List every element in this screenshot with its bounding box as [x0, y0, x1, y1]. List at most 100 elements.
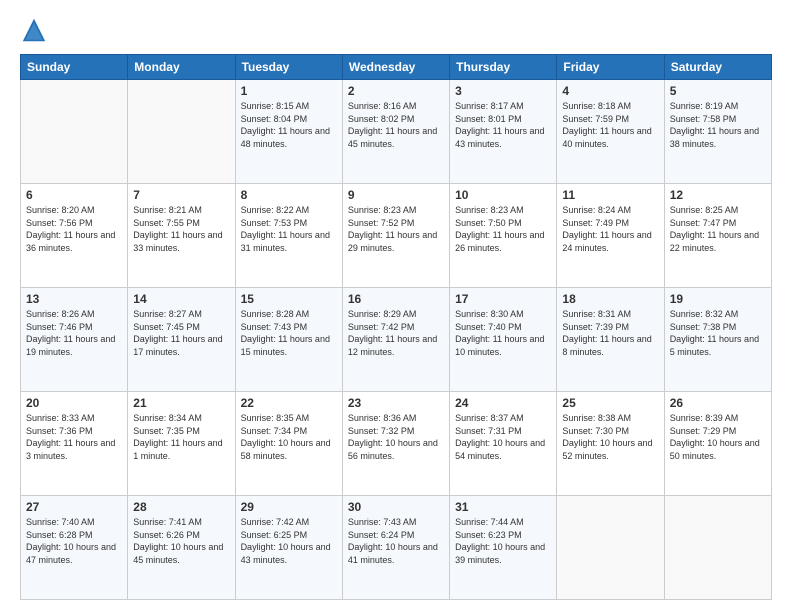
day-number: 20	[26, 396, 122, 410]
day-info: Sunrise: 8:31 AM Sunset: 7:39 PM Dayligh…	[562, 308, 658, 358]
calendar-cell	[664, 496, 771, 600]
day-number: 3	[455, 84, 551, 98]
day-info: Sunrise: 8:30 AM Sunset: 7:40 PM Dayligh…	[455, 308, 551, 358]
day-number: 28	[133, 500, 229, 514]
calendar-cell: 16 Sunrise: 8:29 AM Sunset: 7:42 PM Dayli…	[342, 288, 449, 392]
calendar-cell: 15 Sunrise: 8:28 AM Sunset: 7:43 PM Dayli…	[235, 288, 342, 392]
day-info: Sunrise: 7:44 AM Sunset: 6:23 PM Dayligh…	[455, 516, 551, 566]
day-number: 15	[241, 292, 337, 306]
day-info: Sunrise: 8:37 AM Sunset: 7:31 PM Dayligh…	[455, 412, 551, 462]
day-number: 27	[26, 500, 122, 514]
day-number: 8	[241, 188, 337, 202]
day-info: Sunrise: 7:41 AM Sunset: 6:26 PM Dayligh…	[133, 516, 229, 566]
day-info: Sunrise: 7:40 AM Sunset: 6:28 PM Dayligh…	[26, 516, 122, 566]
day-info: Sunrise: 7:43 AM Sunset: 6:24 PM Dayligh…	[348, 516, 444, 566]
header	[20, 16, 772, 44]
calendar-cell: 29Sunrise: 7:42 AM Sunset: 6:25 PM Dayli…	[235, 496, 342, 600]
day-info: Sunrise: 7:42 AM Sunset: 6:25 PM Dayligh…	[241, 516, 337, 566]
weekday-header-thursday: Thursday	[450, 55, 557, 80]
calendar-cell: 2 Sunrise: 8:16 AM Sunset: 8:02 PM Daylig…	[342, 80, 449, 184]
calendar-cell: 22Sunrise: 8:35 AM Sunset: 7:34 PM Dayli…	[235, 392, 342, 496]
calendar-cell: 23 Sunrise: 8:36 AM Sunset: 7:32 PM Dayli…	[342, 392, 449, 496]
day-number: 26	[670, 396, 766, 410]
day-info: Sunrise: 8:35 AM Sunset: 7:34 PM Dayligh…	[241, 412, 337, 462]
weekday-header-wednesday: Wednesday	[342, 55, 449, 80]
weekday-header-friday: Friday	[557, 55, 664, 80]
calendar-header: SundayMondayTuesdayWednesdayThursdayFrid…	[21, 55, 772, 80]
calendar-cell: 21 Sunrise: 8:34 AM Sunset: 7:35 PM Dayli…	[128, 392, 235, 496]
day-info: Sunrise: 8:24 AM Sunset: 7:49 PM Dayligh…	[562, 204, 658, 254]
day-number: 12	[670, 188, 766, 202]
calendar-cell	[557, 496, 664, 600]
day-number: 5	[670, 84, 766, 98]
day-number: 16	[348, 292, 444, 306]
day-info: Sunrise: 8:36 AM Sunset: 7:32 PM Dayligh…	[348, 412, 444, 462]
calendar-week-0: 1 Sunrise: 8:15 AM Sunset: 8:04 PM Daylig…	[21, 80, 772, 184]
calendar-cell: 7Sunrise: 8:21 AM Sunset: 7:55 PM Daylig…	[128, 184, 235, 288]
calendar-cell: 9 Sunrise: 8:23 AM Sunset: 7:52 PM Daylig…	[342, 184, 449, 288]
weekday-header-row: SundayMondayTuesdayWednesdayThursdayFrid…	[21, 55, 772, 80]
day-number: 19	[670, 292, 766, 306]
page: SundayMondayTuesdayWednesdayThursdayFrid…	[0, 0, 792, 612]
day-info: Sunrise: 8:29 AM Sunset: 7:42 PM Dayligh…	[348, 308, 444, 358]
calendar-week-3: 20 Sunrise: 8:33 AM Sunset: 7:36 PM Dayli…	[21, 392, 772, 496]
calendar-cell: 18Sunrise: 8:31 AM Sunset: 7:39 PM Dayli…	[557, 288, 664, 392]
calendar-cell: 12Sunrise: 8:25 AM Sunset: 7:47 PM Dayli…	[664, 184, 771, 288]
day-info: Sunrise: 8:20 AM Sunset: 7:56 PM Dayligh…	[26, 204, 122, 254]
calendar-cell: 31 Sunrise: 7:44 AM Sunset: 6:23 PM Dayli…	[450, 496, 557, 600]
calendar-cell: 26 Sunrise: 8:39 AM Sunset: 7:29 PM Dayli…	[664, 392, 771, 496]
calendar-cell: 20 Sunrise: 8:33 AM Sunset: 7:36 PM Dayli…	[21, 392, 128, 496]
day-info: Sunrise: 8:34 AM Sunset: 7:35 PM Dayligh…	[133, 412, 229, 462]
day-number: 13	[26, 292, 122, 306]
day-info: Sunrise: 8:28 AM Sunset: 7:43 PM Dayligh…	[241, 308, 337, 358]
calendar-cell: 27 Sunrise: 7:40 AM Sunset: 6:28 PM Dayli…	[21, 496, 128, 600]
calendar-cell: 3 Sunrise: 8:17 AM Sunset: 8:01 PM Daylig…	[450, 80, 557, 184]
calendar-cell: 25 Sunrise: 8:38 AM Sunset: 7:30 PM Dayli…	[557, 392, 664, 496]
day-number: 1	[241, 84, 337, 98]
calendar-cell: 30 Sunrise: 7:43 AM Sunset: 6:24 PM Dayli…	[342, 496, 449, 600]
calendar-week-2: 13 Sunrise: 8:26 AM Sunset: 7:46 PM Dayli…	[21, 288, 772, 392]
day-info: Sunrise: 8:32 AM Sunset: 7:38 PM Dayligh…	[670, 308, 766, 358]
day-info: Sunrise: 8:23 AM Sunset: 7:50 PM Dayligh…	[455, 204, 551, 254]
calendar-cell: 8Sunrise: 8:22 AM Sunset: 7:53 PM Daylig…	[235, 184, 342, 288]
day-info: Sunrise: 8:17 AM Sunset: 8:01 PM Dayligh…	[455, 100, 551, 150]
day-info: Sunrise: 8:23 AM Sunset: 7:52 PM Dayligh…	[348, 204, 444, 254]
day-number: 14	[133, 292, 229, 306]
day-info: Sunrise: 8:26 AM Sunset: 7:46 PM Dayligh…	[26, 308, 122, 358]
calendar-cell	[21, 80, 128, 184]
day-number: 11	[562, 188, 658, 202]
day-number: 10	[455, 188, 551, 202]
day-number: 4	[562, 84, 658, 98]
day-info: Sunrise: 8:16 AM Sunset: 8:02 PM Dayligh…	[348, 100, 444, 150]
day-info: Sunrise: 8:33 AM Sunset: 7:36 PM Dayligh…	[26, 412, 122, 462]
day-info: Sunrise: 8:27 AM Sunset: 7:45 PM Dayligh…	[133, 308, 229, 358]
day-number: 17	[455, 292, 551, 306]
day-number: 9	[348, 188, 444, 202]
calendar-cell	[128, 80, 235, 184]
calendar-cell: 17 Sunrise: 8:30 AM Sunset: 7:40 PM Dayli…	[450, 288, 557, 392]
calendar-cell: 28 Sunrise: 7:41 AM Sunset: 6:26 PM Dayli…	[128, 496, 235, 600]
day-number: 25	[562, 396, 658, 410]
day-number: 2	[348, 84, 444, 98]
calendar-cell: 5 Sunrise: 8:19 AM Sunset: 7:58 PM Daylig…	[664, 80, 771, 184]
day-number: 31	[455, 500, 551, 514]
calendar-cell: 14 Sunrise: 8:27 AM Sunset: 7:45 PM Dayli…	[128, 288, 235, 392]
calendar-cell: 19 Sunrise: 8:32 AM Sunset: 7:38 PM Dayli…	[664, 288, 771, 392]
weekday-header-saturday: Saturday	[664, 55, 771, 80]
day-number: 30	[348, 500, 444, 514]
day-info: Sunrise: 8:15 AM Sunset: 8:04 PM Dayligh…	[241, 100, 337, 150]
day-info: Sunrise: 8:39 AM Sunset: 7:29 PM Dayligh…	[670, 412, 766, 462]
weekday-header-sunday: Sunday	[21, 55, 128, 80]
logo-icon	[20, 16, 48, 44]
day-info: Sunrise: 8:38 AM Sunset: 7:30 PM Dayligh…	[562, 412, 658, 462]
calendar-body: 1 Sunrise: 8:15 AM Sunset: 8:04 PM Daylig…	[21, 80, 772, 600]
calendar-table: SundayMondayTuesdayWednesdayThursdayFrid…	[20, 54, 772, 600]
calendar-cell: 6 Sunrise: 8:20 AM Sunset: 7:56 PM Daylig…	[21, 184, 128, 288]
calendar-cell: 13 Sunrise: 8:26 AM Sunset: 7:46 PM Dayli…	[21, 288, 128, 392]
day-number: 6	[26, 188, 122, 202]
day-number: 7	[133, 188, 229, 202]
day-info: Sunrise: 8:19 AM Sunset: 7:58 PM Dayligh…	[670, 100, 766, 150]
day-number: 21	[133, 396, 229, 410]
day-number: 23	[348, 396, 444, 410]
calendar-cell: 1 Sunrise: 8:15 AM Sunset: 8:04 PM Daylig…	[235, 80, 342, 184]
